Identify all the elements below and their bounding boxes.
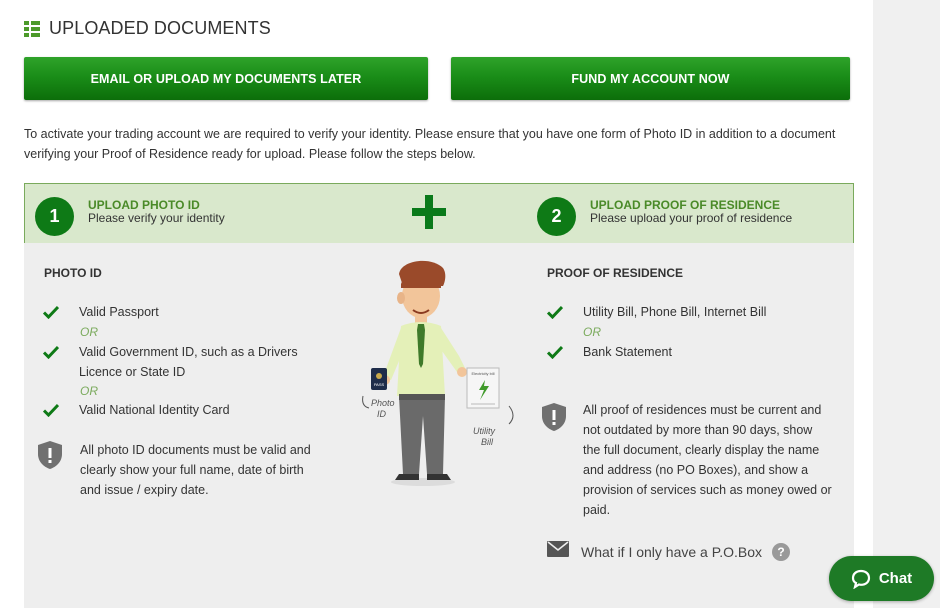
step-proof-of-residence: 2 UPLOAD PROOF OF RESIDENCE Please uploa… [537, 197, 792, 236]
residence-item: Utility Bill, Phone Bill, Internet Bill [583, 305, 767, 319]
list-item: Valid Passport [42, 302, 159, 322]
man-illustration: PASS Electricity bill Photo ID Utility B… [361, 256, 521, 492]
list-item: Utility Bill, Phone Bill, Internet Bill [546, 302, 767, 322]
utility-bill-illus-label: Utility [473, 426, 495, 436]
photo-id-item: Valid Government ID, such as a Drivers [79, 345, 298, 359]
step-subtitle: Please upload your proof of residence [590, 211, 793, 225]
documents-card: UPLOADED DOCUMENTS EMAIL OR UPLOAD MY DO… [0, 0, 873, 608]
photo-id-illus-label: Photo [371, 398, 395, 408]
step-number-badge: 1 [35, 197, 74, 236]
envelope-icon [547, 541, 569, 562]
utility-bill-illus-label: Bill [481, 437, 494, 447]
or-label: OR [80, 384, 98, 398]
checkmark-icon [42, 345, 60, 360]
or-label: OR [80, 325, 98, 339]
list-item: Valid Government ID, such as a Drivers L… [42, 342, 298, 382]
intro-line-2: verifying your Proof of Residence ready … [24, 147, 476, 161]
residence-item: Bank Statement [583, 345, 672, 359]
photo-id-item: Valid Passport [79, 305, 159, 319]
proof-of-residence-title: PROOF OF RESIDENCE [547, 266, 684, 280]
chat-label: Chat [878, 570, 913, 587]
intro-text: To activate your trading account we are … [24, 124, 859, 164]
steps-bar: 1 UPLOAD PHOTO ID Please verify your ide… [24, 183, 854, 244]
svg-text:PASS: PASS [374, 382, 385, 387]
paper-heading: Electricity bill [471, 371, 494, 376]
list-icon [24, 20, 40, 37]
list-item: Valid National Identity Card [42, 400, 230, 420]
chat-bubble-icon [851, 569, 870, 589]
photo-id-note: All photo ID documents must be valid and… [80, 443, 311, 497]
step-photo-id: 1 UPLOAD PHOTO ID Please verify your ide… [35, 197, 225, 236]
email-upload-later-button[interactable]: EMAIL OR UPLOAD MY DOCUMENTS LATER [24, 57, 428, 100]
step-title: UPLOAD PROOF OF RESIDENCE [590, 198, 781, 212]
pobox-help-link[interactable]: What if I only have a P.O.Box ? [547, 541, 791, 562]
list-item: Bank Statement [546, 342, 672, 362]
pobox-text: What if I only have a P.O.Box [581, 543, 763, 560]
step-subtitle: Please verify your identity [88, 211, 225, 225]
step-title: UPLOAD PHOTO ID [88, 198, 200, 212]
photo-id-item: Valid National Identity Card [79, 403, 230, 417]
or-label: OR [583, 325, 601, 339]
checkmark-icon [42, 403, 60, 418]
checkmark-icon [42, 305, 60, 320]
fund-account-button[interactable]: FUND MY ACCOUNT NOW [451, 57, 850, 100]
photo-id-illus-label: ID [377, 409, 387, 419]
shield-icon [541, 402, 567, 432]
page-title: UPLOADED DOCUMENTS [49, 18, 271, 38]
photo-id-item-cont: Licence or State ID [79, 365, 186, 379]
intro-line-1: To activate your trading account we are … [24, 127, 836, 141]
shield-icon [37, 440, 63, 470]
step-number-badge: 2 [537, 197, 576, 236]
checkmark-icon [546, 345, 564, 360]
residence-note: All proof of residences must be current … [583, 403, 832, 517]
photo-id-title: PHOTO ID [44, 266, 102, 280]
page-header: UPLOADED DOCUMENTS [24, 18, 271, 39]
help-icon[interactable]: ? [772, 542, 791, 561]
checkmark-icon [546, 305, 564, 320]
chat-button[interactable]: Chat [829, 556, 934, 601]
plus-icon [412, 195, 446, 229]
